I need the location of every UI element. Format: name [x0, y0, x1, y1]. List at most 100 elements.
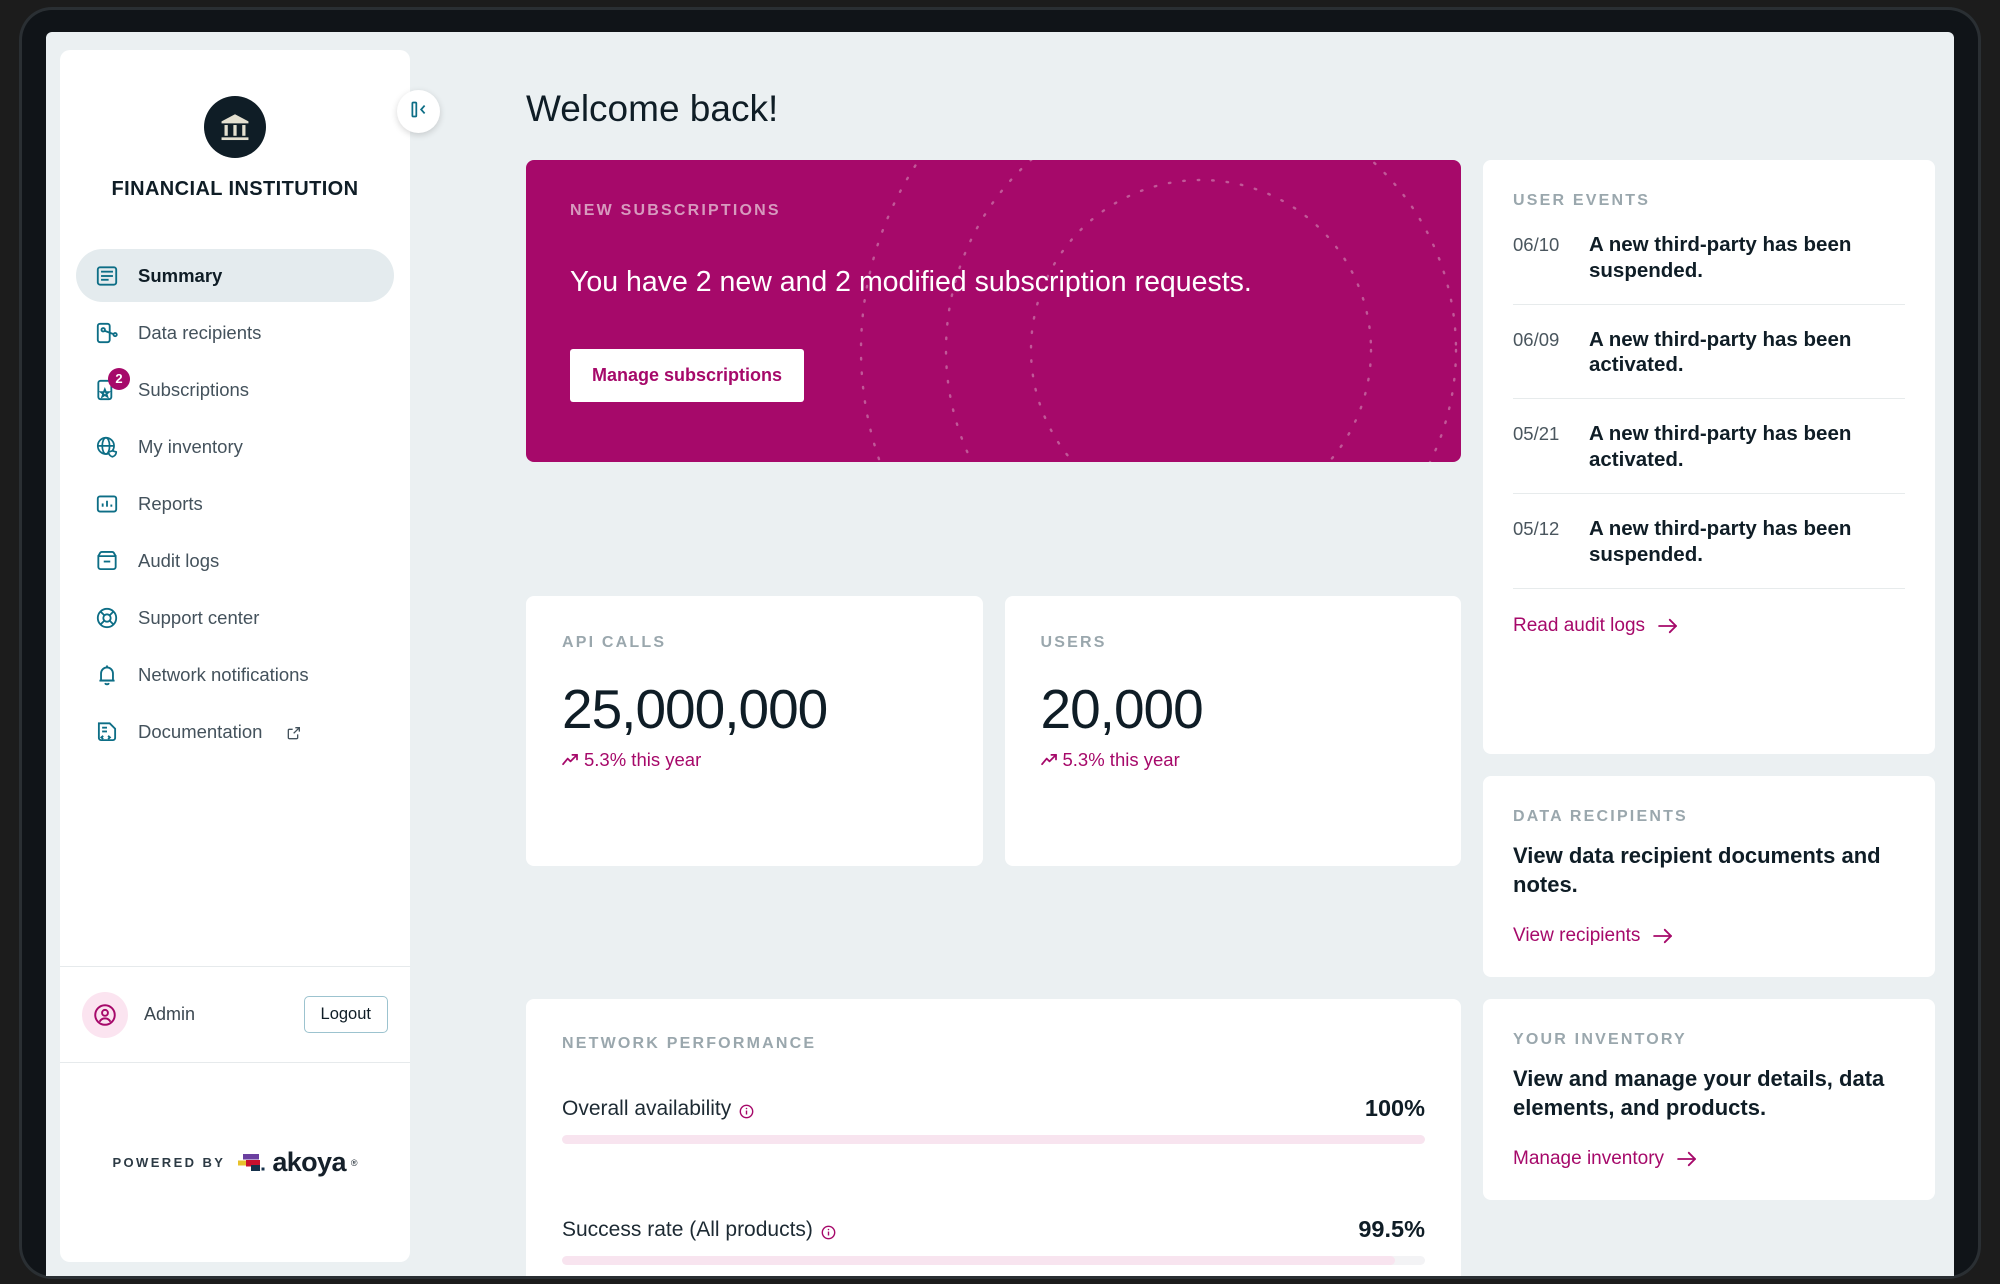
sidebar-item-documentation[interactable]: Documentation [76, 705, 394, 758]
subscriptions-badge: 2 [108, 367, 130, 390]
sidebar-item-data-recipients[interactable]: Data recipients [76, 306, 394, 359]
users-value: 20,000 [1040, 677, 1204, 740]
globe-shield-icon [94, 434, 120, 460]
user-event-row: 06/10 A new third-party has been suspend… [1513, 210, 1905, 305]
user-event-row: 06/09 A new third-party has been activat… [1513, 305, 1905, 400]
sidebar-item-reports[interactable]: Reports [76, 477, 394, 530]
akoya-logo: akoya ® [237, 1147, 358, 1178]
akoya-trademark: ® [350, 1157, 358, 1168]
external-link-icon [286, 724, 302, 740]
sidebar-item-audit-logs[interactable]: Audit logs [76, 534, 394, 587]
sidebar-item-label: Subscriptions [138, 378, 250, 400]
your-inventory-card: YOUR INVENTORY View and manage your deta… [1483, 999, 1935, 1201]
logout-button[interactable]: Logout [303, 996, 388, 1033]
sidebar-item-label: Reports [138, 492, 203, 514]
event-date: 05/21 [1513, 423, 1560, 445]
sidebar-item-summary[interactable]: Summary [76, 249, 394, 302]
sidebar-nav: Summary Data recipients 2 Subscriptions … [60, 249, 410, 762]
main-content: Welcome back! NEW SUBSCRIPTIONS You have… [430, 50, 1940, 1276]
code-document-icon [94, 719, 120, 745]
event-text: A new third-party has been activated. [1589, 422, 1852, 472]
trend-text: 5.3% this year [1062, 748, 1180, 770]
users-trend: 5.3% this year [1040, 748, 1426, 771]
device-frame: FINANCIAL INSTITUTION Summary Data recip… [22, 10, 1978, 1276]
data-recipients-label: DATA RECIPIENTS [1513, 808, 1688, 825]
view-recipients-link[interactable]: View recipients [1513, 925, 1674, 947]
user-name: Admin [144, 1004, 196, 1024]
metric-bar-track [562, 1135, 1425, 1145]
trend-up-icon [562, 749, 579, 771]
collapse-panel-icon [408, 99, 429, 125]
sidebar-item-label: Summary [138, 264, 223, 286]
collapse-sidebar-button[interactable] [397, 90, 440, 133]
organization-name: FINANCIAL INSTITUTION [111, 178, 359, 200]
powered-by-label: POWERED BY [112, 1155, 226, 1170]
event-date: 06/09 [1513, 328, 1560, 350]
sidebar: FINANCIAL INSTITUTION Summary Data recip… [60, 50, 410, 1262]
banner-message: You have 2 new and 2 modified subscripti… [570, 266, 1252, 298]
metric-name: Overall availability [562, 1097, 754, 1121]
info-circle-icon[interactable] [739, 1101, 754, 1119]
metric-bar-track [562, 1256, 1425, 1266]
metric-bar-fill [562, 1135, 1425, 1145]
arrow-right-icon [1652, 928, 1674, 944]
sidebar-item-my-inventory[interactable]: My inventory [76, 420, 394, 473]
user-events-card: USER EVENTS 06/10 A new third-party has … [1483, 160, 1935, 754]
data-recipients-text: View data recipient documents and notes. [1513, 843, 1881, 897]
subscriptions-icon: 2 [94, 367, 130, 403]
event-date: 06/10 [1513, 234, 1560, 255]
new-subscriptions-banner: NEW SUBSCRIPTIONS You have 2 new and 2 m… [526, 160, 1461, 462]
sidebar-item-label: My inventory [138, 435, 243, 457]
lifebuoy-icon [94, 605, 120, 631]
sidebar-item-network-notifications[interactable]: Network notifications [76, 648, 394, 701]
summary-document-icon [94, 263, 120, 289]
network-performance-label: NETWORK PERFORMANCE [562, 1035, 817, 1053]
metric-value: 99.5% [1358, 1216, 1425, 1243]
right-column-bottom: YOUR INVENTORY View and manage your deta… [1483, 999, 1935, 1276]
api-calls-card: API CALLS 25,000,000 5.3% this year [526, 595, 983, 866]
users-card: USERS 20,000 5.3% this year [1004, 595, 1461, 866]
data-recipients-card: DATA RECIPIENTS View data recipient docu… [1483, 776, 1935, 978]
manage-subscriptions-button[interactable]: Manage subscriptions [570, 349, 805, 402]
metric-bar-fill [562, 1256, 1395, 1266]
network-performance-card: NETWORK PERFORMANCE Overall availability… [526, 999, 1461, 1276]
stat-cards-row: API CALLS 25,000,000 5.3% this year USER… [526, 595, 1461, 978]
event-text: A new third-party has been activated. [1589, 327, 1852, 377]
user-event-row: 05/12 A new third-party has been suspend… [1513, 494, 1905, 589]
trend-text: 5.3% this year [584, 748, 702, 770]
powered-by-footer: POWERED BY akoya ® [60, 1062, 410, 1262]
api-calls-value: 25,000,000 [562, 677, 828, 740]
info-circle-icon[interactable] [821, 1222, 836, 1240]
read-audit-logs-link[interactable]: Read audit logs [1513, 615, 1679, 637]
api-calls-label: API CALLS [562, 633, 667, 651]
app-screen: FINANCIAL INSTITUTION Summary Data recip… [46, 32, 1954, 1276]
arrow-right-icon [1657, 618, 1679, 634]
your-inventory-text: View and manage your details, data eleme… [1513, 1066, 1885, 1120]
bar-chart-icon [94, 491, 120, 517]
sidebar-logo-block: FINANCIAL INSTITUTION [60, 50, 410, 201]
metric-overall-availability: Overall availability 100% [562, 1095, 1425, 1145]
event-date: 05/12 [1513, 517, 1560, 539]
metric-name: Success rate (All products) [562, 1218, 836, 1242]
bell-icon [94, 662, 120, 688]
link-label: View recipients [1513, 925, 1641, 947]
sidebar-item-subscriptions[interactable]: 2 Subscriptions [76, 363, 394, 416]
sidebar-user-row: Admin Logout [60, 966, 410, 1062]
right-column-top: USER EVENTS 06/10 A new third-party has … [1483, 160, 1935, 978]
metric-success-rate: Success rate (All products) 99.5% [562, 1216, 1425, 1266]
link-label: Manage inventory [1513, 1148, 1665, 1170]
api-calls-trend: 5.3% this year [562, 749, 947, 771]
arrow-right-icon [1676, 1151, 1698, 1167]
sidebar-item-support-center[interactable]: Support center [76, 591, 394, 644]
sidebar-item-label: Support center [138, 606, 260, 628]
manage-inventory-link[interactable]: Manage inventory [1513, 1148, 1698, 1170]
metric-header: Overall availability 100% [562, 1095, 1425, 1122]
page-title: Welcome back! [526, 88, 779, 129]
user-event-row: 05/21 A new third-party has been activat… [1513, 399, 1905, 494]
sidebar-item-label: Documentation [138, 720, 263, 742]
user-circle-icon [82, 991, 128, 1038]
users-label: USERS [1040, 633, 1107, 651]
metric-value: 100% [1364, 1095, 1425, 1122]
event-text: A new third-party has been suspended. [1589, 516, 1852, 566]
